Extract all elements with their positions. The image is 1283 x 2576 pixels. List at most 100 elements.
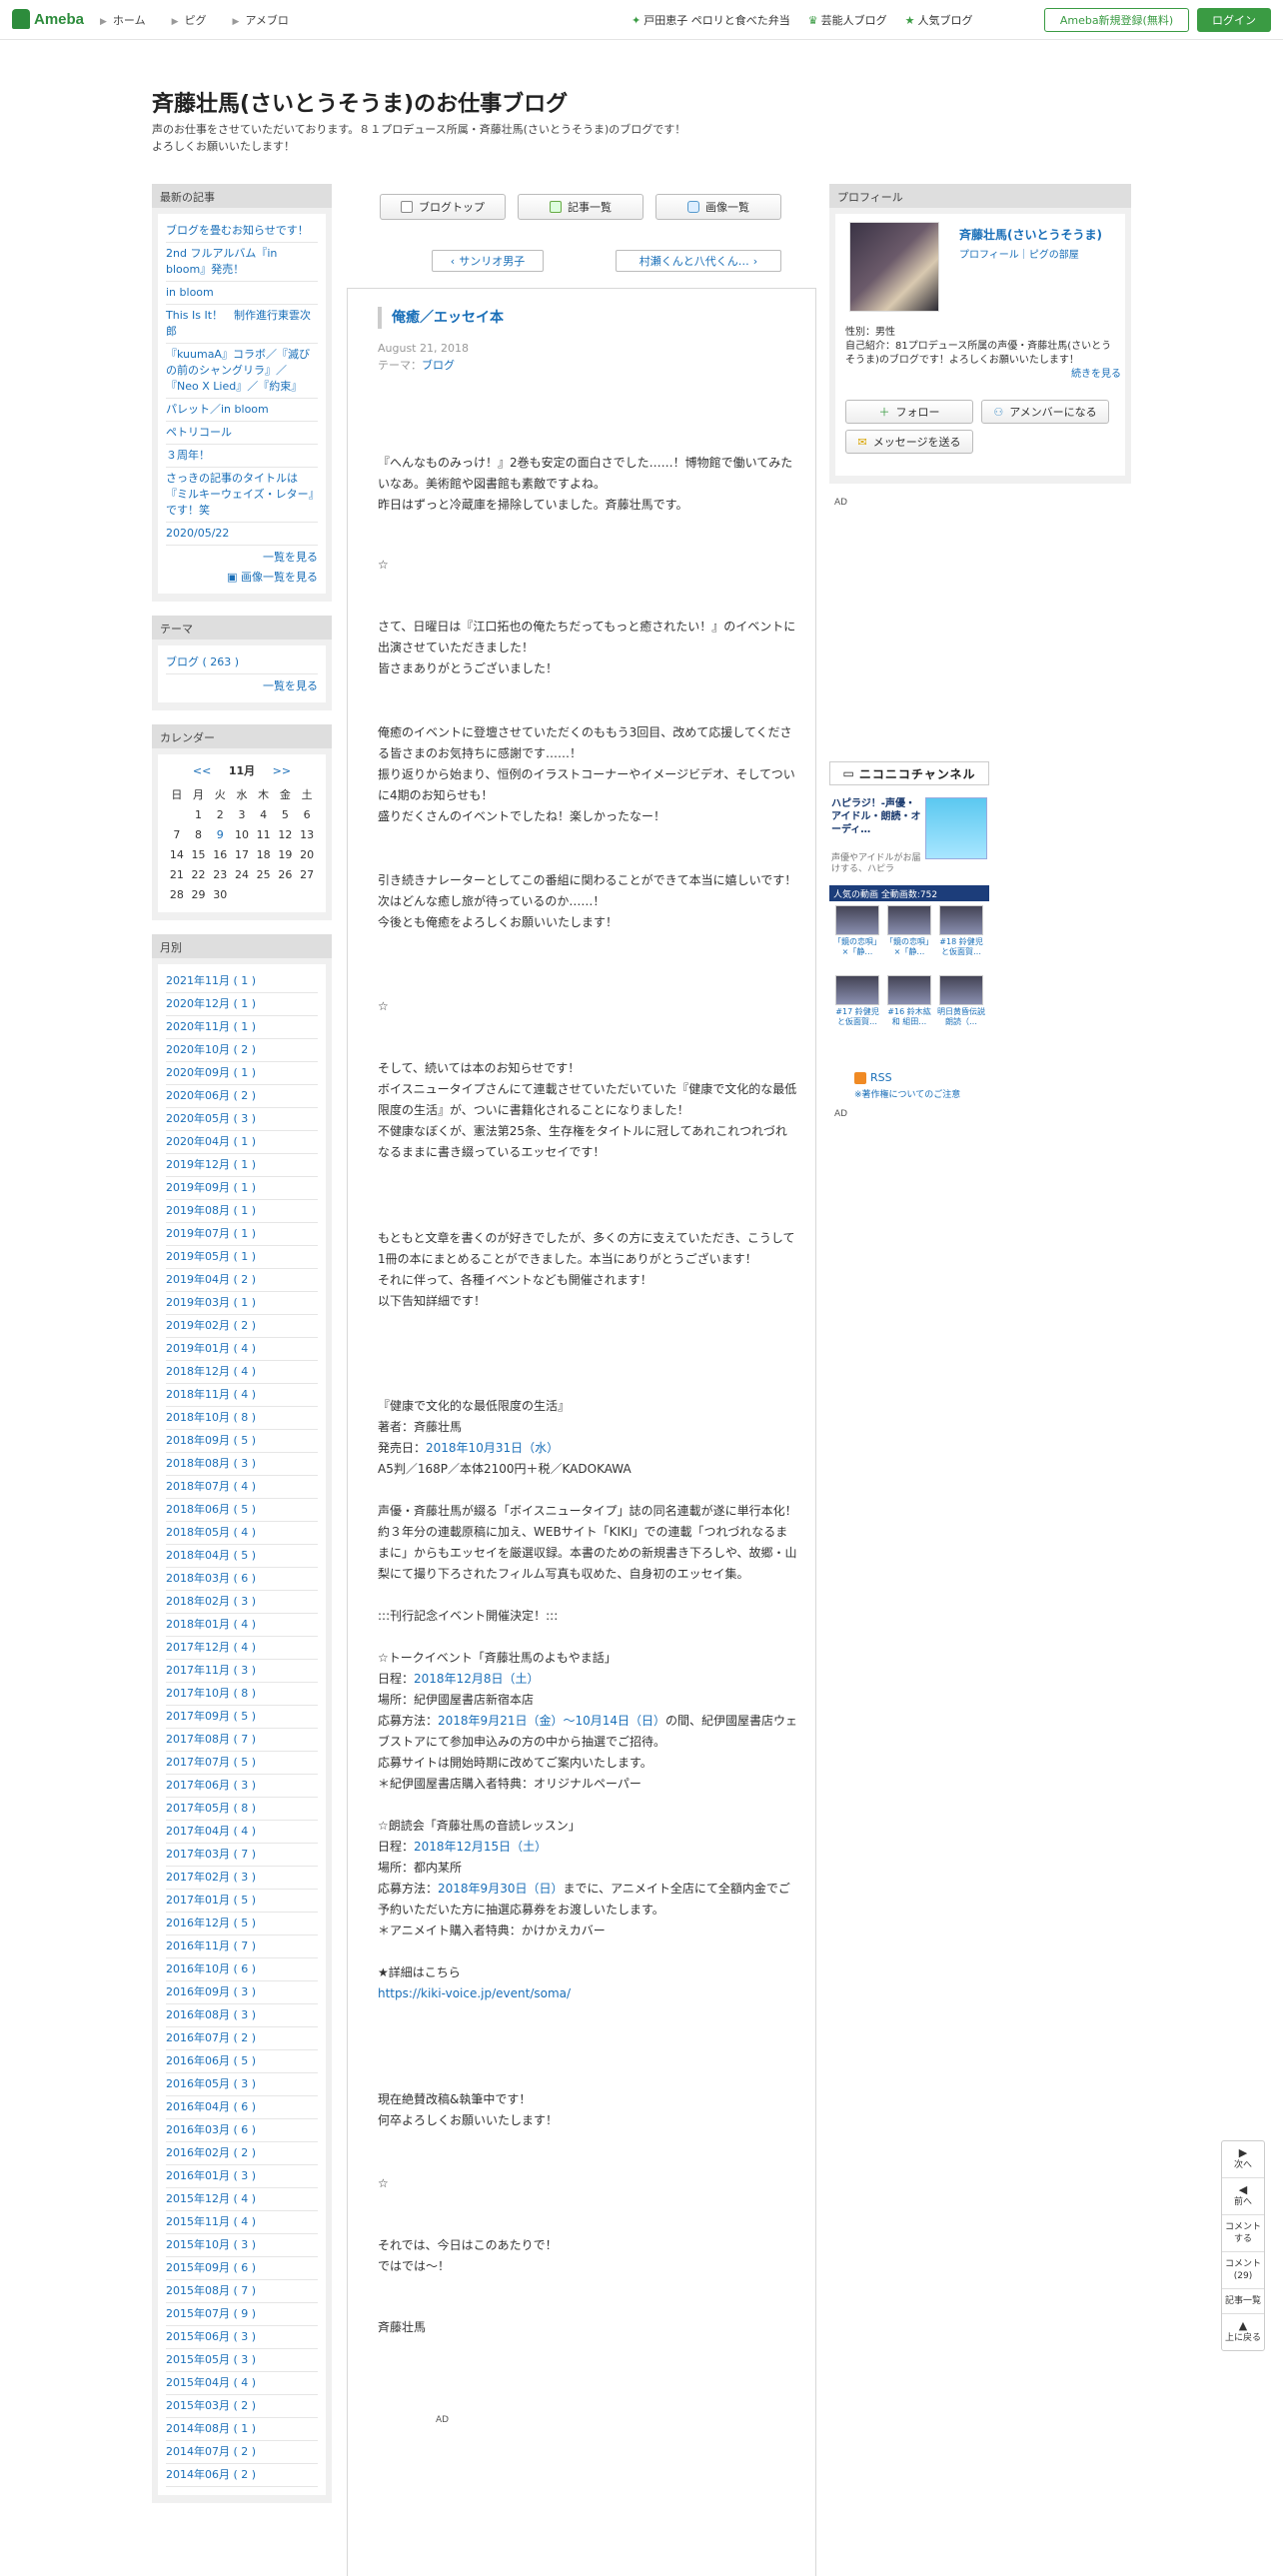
monthly-item[interactable]: 2014年08月 ( 1 )	[166, 2418, 318, 2441]
profile-links[interactable]: プロフィール｜ピグの部屋	[959, 246, 1079, 261]
next-article-button[interactable]: 村瀬くんと八代くん… ›	[616, 250, 781, 272]
monthly-item[interactable]: 2018年11月 ( 4 )	[166, 1384, 318, 1407]
ameba-logo[interactable]: Ameba	[12, 9, 84, 29]
tab-image-list[interactable]: 画像一覧	[655, 194, 781, 220]
theme-item[interactable]: ブログ ( 263 )	[166, 651, 318, 674]
channel-thumbnail[interactable]	[925, 797, 987, 859]
monthly-item[interactable]: 2016年06月 ( 5 )	[166, 2050, 318, 2073]
follow-button[interactable]: ＋ フォロー	[845, 400, 973, 424]
monthly-item[interactable]: 2016年08月 ( 3 )	[166, 2004, 318, 2027]
monthly-item[interactable]: 2019年02月 ( 2 )	[166, 1315, 318, 1338]
monthly-item[interactable]: 2016年11月 ( 7 )	[166, 1935, 318, 1958]
monthly-item[interactable]: 2017年11月 ( 3 )	[166, 1660, 318, 1683]
monthly-item[interactable]: 2015年04月 ( 4 )	[166, 2372, 318, 2395]
recent-item[interactable]: This Is It！ 制作進行東雲次郎	[166, 305, 318, 344]
monthly-item[interactable]: 2016年10月 ( 6 )	[166, 1958, 318, 1981]
nav-pigg[interactable]: ▶ ピグ	[172, 12, 207, 28]
monthly-item[interactable]: 2017年09月 ( 5 )	[166, 1706, 318, 1729]
detail-url-link[interactable]: https://kiki-voice.jp/event/soma/	[378, 1986, 571, 2000]
nav-ameblo[interactable]: ▶ アメブロ	[233, 12, 289, 28]
monthly-item[interactable]: 2018年02月 ( 3 )	[166, 1591, 318, 1614]
monthly-item[interactable]: 2015年10月 ( 3 )	[166, 2234, 318, 2257]
monthly-item[interactable]: 2020年09月 ( 1 )	[166, 1062, 318, 1085]
video-title[interactable]: #18 鈴健児と仮面賀…	[937, 937, 985, 957]
article-theme-link[interactable]: ブログ	[422, 359, 455, 372]
monthly-item[interactable]: 2017年01月 ( 5 )	[166, 1890, 318, 1913]
calendar-day-link[interactable]: 9	[209, 824, 231, 844]
recent-item[interactable]: ブログを畳むお知らせです！	[166, 220, 318, 243]
video-thumbnail[interactable]	[887, 975, 931, 1005]
monthly-item[interactable]: 2015年05月 ( 3 )	[166, 2349, 318, 2372]
recent-more-link[interactable]: 一覧を見る	[166, 550, 318, 566]
monthly-item[interactable]: 2018年10月 ( 8 )	[166, 1407, 318, 1430]
monthly-item[interactable]: 2020年05月 ( 3 )	[166, 1108, 318, 1131]
image-list-link[interactable]: ▣ 画像一覧を見る	[166, 570, 318, 586]
event2-deadline-link[interactable]: 2018年9月30日（日）	[438, 1882, 563, 1896]
monthly-item[interactable]: 2018年08月 ( 3 )	[166, 1453, 318, 1476]
event1-period-link[interactable]: 2018年9月21日（金）～10月14日（日）	[438, 1714, 665, 1728]
monthly-item[interactable]: 2018年03月 ( 6 )	[166, 1568, 318, 1591]
comment-button[interactable]: コメントする	[1222, 2215, 1264, 2252]
nav-home[interactable]: ▶ ホーム	[100, 12, 146, 28]
tab-blog-top[interactable]: ブログトップ	[380, 194, 506, 220]
recent-item[interactable]: さっきの記事のタイトルは『ミルキーウェイズ・レター』です！笑	[166, 468, 318, 523]
monthly-item[interactable]: 2015年12月 ( 4 )	[166, 2188, 318, 2211]
recent-item[interactable]: パレット／in bloom	[166, 399, 318, 422]
monthly-item[interactable]: 2020年11月 ( 1 )	[166, 1016, 318, 1039]
monthly-item[interactable]: 2019年09月 ( 1 )	[166, 1177, 318, 1200]
monthly-item[interactable]: 2016年05月 ( 3 )	[166, 2073, 318, 2096]
monthly-item[interactable]: 2016年09月 ( 3 )	[166, 1981, 318, 2004]
recent-item[interactable]: in bloom	[166, 282, 318, 305]
monthly-item[interactable]: 2017年12月 ( 4 )	[166, 1637, 318, 1660]
tab-article-list[interactable]: 記事一覧	[518, 194, 643, 220]
amember-button[interactable]: ⚇ アメンバーになる	[981, 400, 1109, 424]
video-thumbnail[interactable]	[939, 905, 983, 935]
video-thumbnail[interactable]	[887, 905, 931, 935]
monthly-item[interactable]: 2018年01月 ( 4 )	[166, 1614, 318, 1637]
monthly-item[interactable]: 2018年09月 ( 5 )	[166, 1430, 318, 1453]
video-thumbnail[interactable]	[939, 975, 983, 1005]
monthly-item[interactable]: 2020年10月 ( 2 )	[166, 1039, 318, 1062]
celebrity-blog-link[interactable]: ♛ 芸能人ブログ	[808, 12, 887, 28]
trend-link[interactable]: ✦ 戸田恵子 ペロリと食べた弁当	[632, 12, 790, 28]
event1-date-link[interactable]: 2018年12月8日（土）	[414, 1672, 539, 1686]
monthly-item[interactable]: 2014年07月 ( 2 )	[166, 2441, 318, 2464]
video-thumbnail[interactable]	[835, 975, 879, 1005]
video-thumbnail[interactable]	[835, 905, 879, 935]
monthly-item[interactable]: 2015年09月 ( 6 )	[166, 2257, 318, 2280]
recent-item[interactable]: 2nd フルアルバム『in bloom』発売！	[166, 243, 318, 282]
monthly-item[interactable]: 2015年03月 ( 2 )	[166, 2395, 318, 2418]
video-title[interactable]: #17 鈴健児と仮面賀…	[833, 1007, 881, 1027]
monthly-item[interactable]: 2018年06月 ( 5 )	[166, 1499, 318, 1522]
monthly-item[interactable]: 2019年03月 ( 1 )	[166, 1292, 318, 1315]
monthly-item[interactable]: 2018年05月 ( 4 )	[166, 1522, 318, 1545]
monthly-item[interactable]: 2016年04月 ( 6 )	[166, 2096, 318, 2119]
monthly-item[interactable]: 2016年12月 ( 5 )	[166, 1913, 318, 1935]
monthly-item[interactable]: 2017年02月 ( 3 )	[166, 1867, 318, 1890]
video-title[interactable]: 「鏡の恋唄」×「静…	[885, 937, 933, 957]
blog-title[interactable]: 斉藤壮馬(さいとうそうま)のお仕事ブログ	[152, 86, 568, 118]
profile-more-link[interactable]: 続きを見る	[845, 368, 1121, 382]
monthly-item[interactable]: 2018年12月 ( 4 )	[166, 1361, 318, 1384]
monthly-item[interactable]: 2019年05月 ( 1 )	[166, 1246, 318, 1269]
video-title[interactable]: #16 鈴木紘和 組田…	[885, 1007, 933, 1027]
avatar[interactable]	[849, 222, 939, 312]
niconico-header[interactable]: ▭ ニコニコチャンネル	[829, 761, 989, 785]
monthly-item[interactable]: 2016年02月 ( 2 )	[166, 2142, 318, 2165]
prev-article-button[interactable]: ‹ サンリオ男子	[432, 250, 544, 272]
calendar-next[interactable]: >>	[273, 764, 291, 777]
article-title[interactable]: 俺癒／エッセイ本	[378, 307, 504, 329]
monthly-item[interactable]: 2021年11月 ( 1 )	[166, 970, 318, 993]
article-list-button[interactable]: 記事一覧	[1222, 2289, 1264, 2314]
recent-item[interactable]: 『kuumaA』コラボ／『滅びの前のシャングリラ』／『Neo X Lied』／『…	[166, 344, 318, 399]
message-button[interactable]: ✉ メッセージを送る	[845, 430, 973, 454]
monthly-item[interactable]: 2017年06月 ( 3 )	[166, 1775, 318, 1798]
monthly-item[interactable]: 2015年06月 ( 3 )	[166, 2326, 318, 2349]
monthly-item[interactable]: 2017年07月 ( 5 )	[166, 1752, 318, 1775]
monthly-item[interactable]: 2019年01月 ( 4 )	[166, 1338, 318, 1361]
monthly-item[interactable]: 2016年01月 ( 3 )	[166, 2165, 318, 2188]
monthly-item[interactable]: 2015年08月 ( 7 )	[166, 2280, 318, 2303]
comments-count-button[interactable]: コメント(29)	[1222, 2252, 1264, 2289]
back-to-top-button[interactable]: ▲ 上に戻る	[1222, 2314, 1264, 2350]
monthly-item[interactable]: 2017年03月 ( 7 )	[166, 1844, 318, 1867]
